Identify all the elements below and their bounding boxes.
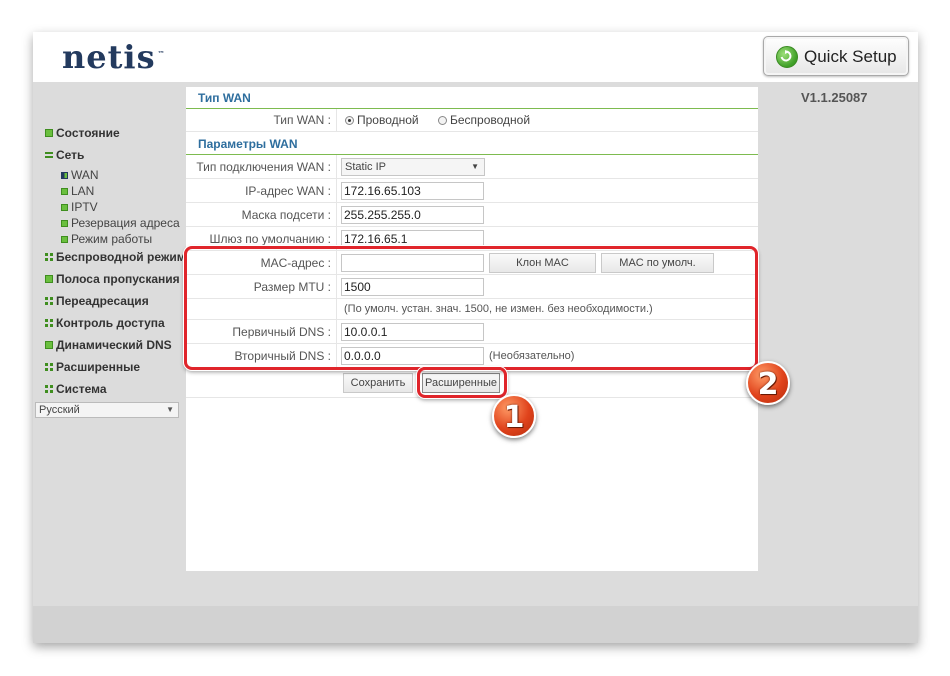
sidebar-subitem-address-reservation[interactable]: Резервация адреса xyxy=(35,215,183,231)
refresh-arrow-icon xyxy=(776,46,798,68)
sidebar-subitem-label: WAN xyxy=(71,168,99,182)
expanded-menu-icon xyxy=(45,151,53,159)
firmware-version: V1.1.25087 xyxy=(801,90,868,105)
sidebar-item-label: Система xyxy=(56,382,107,396)
menu-grid-icon xyxy=(45,297,53,305)
highlight-box-advanced xyxy=(417,367,507,398)
sidebar-subitem-label: Режим работы xyxy=(71,232,153,246)
highlight-box-wan-params xyxy=(184,246,758,370)
sidebar-subitem-operation-mode[interactable]: Режим работы xyxy=(35,231,183,247)
step-badge-2: 2 xyxy=(746,361,790,405)
netis-logo: netis ™ xyxy=(62,38,166,76)
section-title-wan-params: Параметры WAN xyxy=(186,133,758,155)
sidebar-item-system[interactable]: Система xyxy=(35,378,183,400)
footer-strip xyxy=(33,606,918,643)
radio-label: Беспроводной xyxy=(450,113,531,127)
sidebar-item-label: Контроль доступа xyxy=(56,316,165,330)
sidebar-item-bandwidth[interactable]: Полоса пропускания xyxy=(35,268,183,290)
sidebar-subitem-lan[interactable]: LAN xyxy=(35,183,183,199)
language-value: Русский xyxy=(39,404,80,416)
chevron-down-icon: ▼ xyxy=(471,162,479,171)
chevron-down-icon: ▼ xyxy=(166,405,174,414)
radio-label: Проводной xyxy=(357,113,419,127)
menu-grid-icon xyxy=(45,363,53,371)
radio-wireless[interactable]: Беспроводной xyxy=(438,113,530,127)
sidebar-item-access-control[interactable]: Контроль доступа xyxy=(35,312,183,334)
radio-selected-icon xyxy=(345,116,354,125)
quick-setup-label: Quick Setup xyxy=(804,47,897,66)
radio-wired[interactable]: Проводной xyxy=(345,113,419,127)
sidebar-item-label: Динамический DNS xyxy=(56,338,172,352)
wan-ip-input[interactable]: 172.16.65.103 xyxy=(341,182,484,200)
menu-bullet-icon xyxy=(45,341,53,349)
quick-setup-button[interactable]: Quick Setup xyxy=(763,36,909,76)
sidebar-item-label: Сеть xyxy=(56,148,85,162)
menu-grid-icon xyxy=(45,385,53,393)
active-page-icon xyxy=(61,172,68,179)
conn-type-row: Тип подключения WAN : Static IP ▼ xyxy=(186,155,758,179)
sidebar-item-advanced[interactable]: Расширенные xyxy=(35,356,183,378)
radio-unselected-icon xyxy=(438,116,447,125)
sidebar-subitem-wan[interactable]: WAN xyxy=(35,167,183,183)
menu-bullet-icon xyxy=(61,220,68,227)
wan-type-row: Тип WAN : Проводной Беспроводной xyxy=(186,109,758,132)
language-select[interactable]: Русский ▼ xyxy=(35,402,179,418)
subnet-mask-label: Маска подсети : xyxy=(186,203,337,226)
menu-bullet-icon xyxy=(45,275,53,283)
sidebar-item-label: Переадресация xyxy=(56,294,149,308)
menu-bullet-icon xyxy=(45,129,53,137)
sidebar-item-label: Беспроводной режим xyxy=(56,250,183,264)
menu-bullet-icon xyxy=(61,188,68,195)
subnet-mask-input[interactable]: 255.255.255.0 xyxy=(341,206,484,224)
sidebar-item-wireless[interactable]: Беспроводной режим xyxy=(35,246,183,268)
sidebar-item-label: Расширенные xyxy=(56,360,140,374)
conn-type-label: Тип подключения WAN : xyxy=(186,155,337,178)
sidebar-subitem-label: Резервация адреса xyxy=(71,216,180,230)
menu-bullet-icon xyxy=(61,204,68,211)
sidebar-item-ddns[interactable]: Динамический DNS xyxy=(35,334,183,356)
wan-ip-label: IP-адрес WAN : xyxy=(186,179,337,202)
conn-type-value: Static IP xyxy=(345,161,386,173)
conn-type-select[interactable]: Static IP ▼ xyxy=(341,158,485,176)
menu-bullet-icon xyxy=(61,236,68,243)
header: netis ™ Quick Setup xyxy=(33,32,918,82)
wan-ip-row: IP-адрес WAN : 172.16.65.103 xyxy=(186,179,758,203)
sidebar-subitem-label: IPTV xyxy=(71,200,98,214)
sidebar-item-label: Состояние xyxy=(56,126,120,140)
step-badge-1: 1 xyxy=(492,394,536,438)
sidebar-item-network[interactable]: Сеть xyxy=(35,144,183,166)
sidebar-item-forwarding[interactable]: Переадресация xyxy=(35,290,183,312)
sidebar-subitem-iptv[interactable]: IPTV xyxy=(35,199,183,215)
sidebar-item-status[interactable]: Состояние xyxy=(35,122,183,144)
subnet-mask-row: Маска подсети : 255.255.255.0 xyxy=(186,203,758,227)
sidebar-subitem-label: LAN xyxy=(71,184,95,198)
wan-type-label: Тип WAN : xyxy=(186,109,337,131)
section-title-wan-type: Тип WAN xyxy=(186,87,758,109)
menu-grid-icon xyxy=(45,319,53,327)
menu-grid-icon xyxy=(45,253,53,261)
sidebar-item-label: Полоса пропускания xyxy=(56,272,180,286)
save-button[interactable]: Сохранить xyxy=(343,373,413,393)
